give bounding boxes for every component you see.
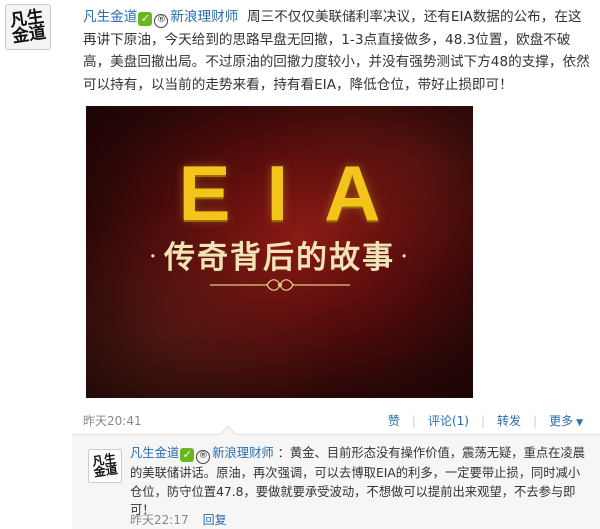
image-title-text: EIA <box>178 149 417 237</box>
image-subtitle: · 传奇背后的故事 · <box>149 240 410 276</box>
avatar-calligraphy: 凡生 金道 <box>8 6 48 48</box>
avatar-calligraphy: 凡生 金道 <box>91 451 119 480</box>
caret-down-icon: ▼ <box>576 418 583 428</box>
check-verified-icon: ✓ <box>180 448 195 462</box>
reply-button[interactable]: 回复 <box>203 513 227 527</box>
reply-platform-name-link[interactable]: 新浪理财师 <box>212 446 274 460</box>
ornament-icon <box>209 279 350 291</box>
reply-meta: 昨天22:17 回复 <box>130 511 227 528</box>
post-meta: 昨天20:41 赞 | 评论(1) | 转发 | 更多 ▼ <box>83 412 591 429</box>
forward-button[interactable]: 转发 | <box>497 412 537 429</box>
reply-time: 昨天22:17 <box>130 513 189 527</box>
author-name-link[interactable]: 凡生金道 <box>83 9 137 25</box>
reply-author-avatar[interactable]: 凡生 金道 <box>88 449 122 483</box>
post-image[interactable]: EIA · 传奇背后的故事 · <box>86 106 473 398</box>
registered-badge-icon: ® <box>154 14 169 28</box>
comment-button[interactable]: 评论(1) | <box>428 412 485 429</box>
reply-content: 凡生金道 ✓ ® 新浪理财师 ：黄金、目前形态没有操作价值，震荡无疑，重点在凌晨的美联… <box>130 444 590 520</box>
more-button[interactable]: 更多 ▼ <box>549 412 583 429</box>
like-button[interactable]: 赞 | <box>388 412 416 429</box>
post-content: 凡生金道 ✓ ® 新浪理财师 周三不仅仅美联储利率决议，还有EIA数据的公布，在这再讲… <box>83 6 591 96</box>
check-verified-icon: ✓ <box>138 12 153 26</box>
post-time[interactable]: 昨天20:41 <box>83 414 142 428</box>
author-avatar[interactable]: 凡生 金道 <box>5 4 51 50</box>
reply-author-name-link[interactable]: 凡生金道 <box>130 446 179 460</box>
platform-name-link[interactable]: 新浪理财师 <box>170 9 238 25</box>
post-actions: 赞 | 评论(1) | 转发 | 更多 ▼ <box>388 412 583 429</box>
registered-badge-icon: ® <box>196 450 211 464</box>
image-subtitle-text: 传奇背后的故事 <box>164 240 395 276</box>
comment-section: 凡生 金道 凡生金道 ✓ ® 新浪理财师 ：黄金、目前形态没有操作价值，震荡无疑，重点在… <box>72 425 600 529</box>
